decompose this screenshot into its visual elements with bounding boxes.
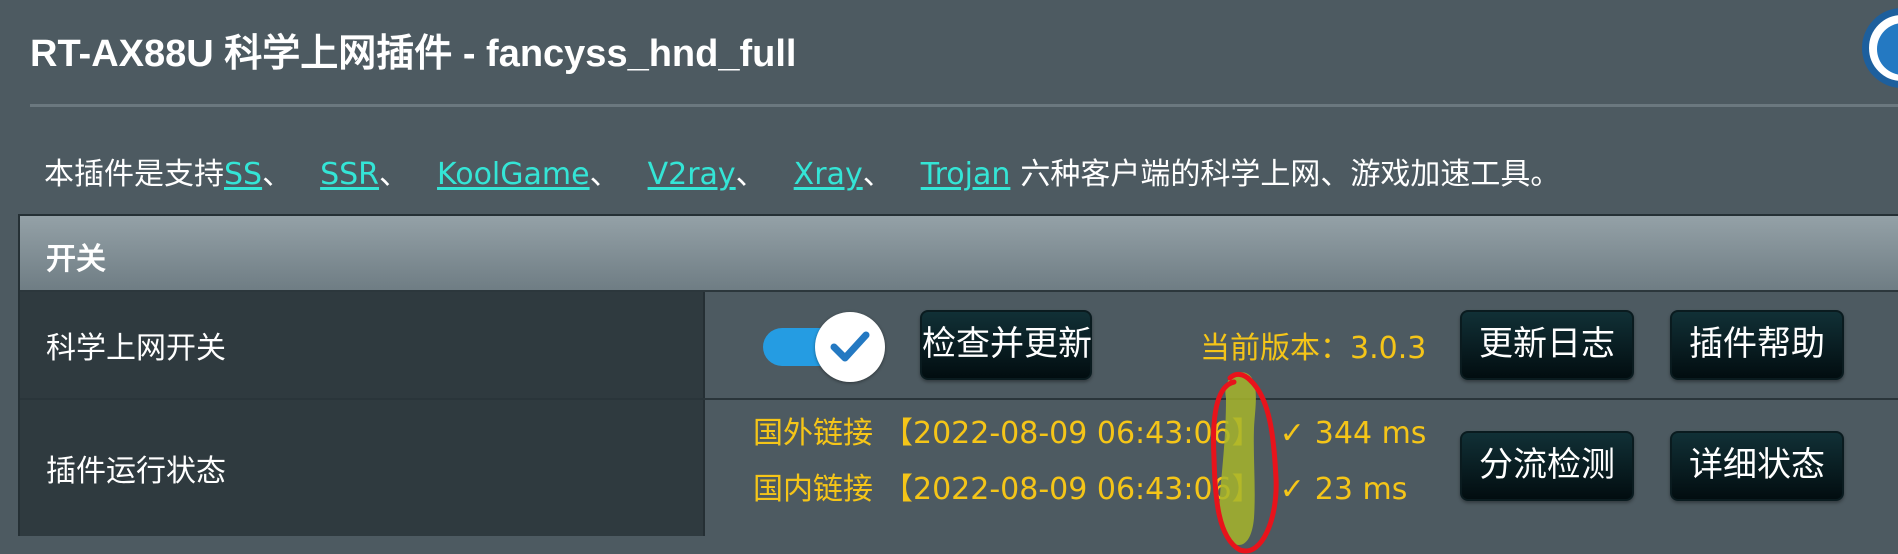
domestic-link-name: 国内链接 xyxy=(753,472,873,507)
link-ssr[interactable]: SSR xyxy=(320,157,379,192)
status-row-label: 插件运行状态 xyxy=(46,454,226,489)
status-row-label-cell: 插件运行状态 xyxy=(20,400,705,536)
separator: 、 xyxy=(379,157,410,192)
plugin-description: 本插件是支持SS、 SSR、 KoolGame、 V2ray、 Xray、 Trojan 六… xyxy=(44,156,1560,194)
separator: 、 xyxy=(589,157,620,192)
switch-row-label: 科学上网开关 xyxy=(46,331,226,366)
foreign-link-timestamp: 【2022-08-09 06:43:06】 xyxy=(883,416,1262,451)
status-row-value-cell: 国外链接 【2022-08-09 06:43:06】 ✓ 344 ms 国内链接 【20… xyxy=(705,400,1898,536)
check-update-button[interactable]: 检查并更新 xyxy=(920,310,1092,380)
detail-status-button[interactable]: 详细状态 xyxy=(1670,431,1844,501)
domestic-link-status: 国内链接 【2022-08-09 06:43:06】 ✓ 23 ms xyxy=(753,470,1407,510)
domestic-link-timestamp: 【2022-08-09 06:43:06】 xyxy=(883,472,1262,507)
link-ss[interactable]: SS xyxy=(224,157,262,192)
panel-header-label: 开关 xyxy=(46,242,106,277)
description-prefix: 本插件是支持 xyxy=(44,157,224,192)
description-suffix: 六种客户端的科学上网、游戏加速工具。 xyxy=(1020,157,1561,192)
separator: 、 xyxy=(262,157,293,192)
check-icon xyxy=(830,331,870,362)
switch-row: 科学上网开关 检查并更新 当前版本：3.0.3 更新日志 插件帮助 xyxy=(20,292,1898,400)
switch-row-label-cell: 科学上网开关 xyxy=(20,292,705,398)
back-arrow-icon[interactable] xyxy=(1862,8,1898,88)
page-title: RT-AX88U 科学上网插件 - fancyss_hnd_full xyxy=(30,33,797,75)
domestic-check-icon: ✓ xyxy=(1279,472,1305,507)
proxy-toggle[interactable] xyxy=(763,312,885,382)
link-v2ray[interactable]: V2ray xyxy=(648,157,736,192)
title-divider xyxy=(30,104,1898,107)
foreign-check-icon: ✓ xyxy=(1279,416,1305,451)
link-trojan[interactable]: Trojan xyxy=(921,157,1011,192)
separator: 、 xyxy=(735,157,766,192)
status-row: 插件运行状态 国外链接 【2022-08-09 06:43:06】 ✓ 344 ms … xyxy=(20,400,1898,536)
settings-panel: 开关 科学上网开关 检查并更新 当前版本：3.0.3 更新日志 插件帮助 插件运… xyxy=(18,214,1898,536)
foreign-latency: 344 ms xyxy=(1314,416,1427,451)
foreign-link-name: 国外链接 xyxy=(753,416,873,451)
link-xray[interactable]: Xray xyxy=(794,157,863,192)
route-check-button[interactable]: 分流检测 xyxy=(1460,431,1634,501)
switch-row-value-cell: 检查并更新 当前版本：3.0.3 更新日志 插件帮助 xyxy=(705,292,1898,398)
foreign-link-status: 国外链接 【2022-08-09 06:43:06】 ✓ 344 ms xyxy=(753,414,1426,454)
plugin-help-button[interactable]: 插件帮助 xyxy=(1670,310,1844,380)
current-version: 当前版本：3.0.3 xyxy=(1200,331,1427,366)
domestic-latency: 23 ms xyxy=(1314,472,1408,507)
link-koolgame[interactable]: KoolGame xyxy=(437,157,590,192)
toggle-knob xyxy=(815,312,885,382)
separator: 、 xyxy=(862,157,893,192)
panel-header: 开关 xyxy=(20,216,1898,292)
changelog-button[interactable]: 更新日志 xyxy=(1460,310,1634,380)
